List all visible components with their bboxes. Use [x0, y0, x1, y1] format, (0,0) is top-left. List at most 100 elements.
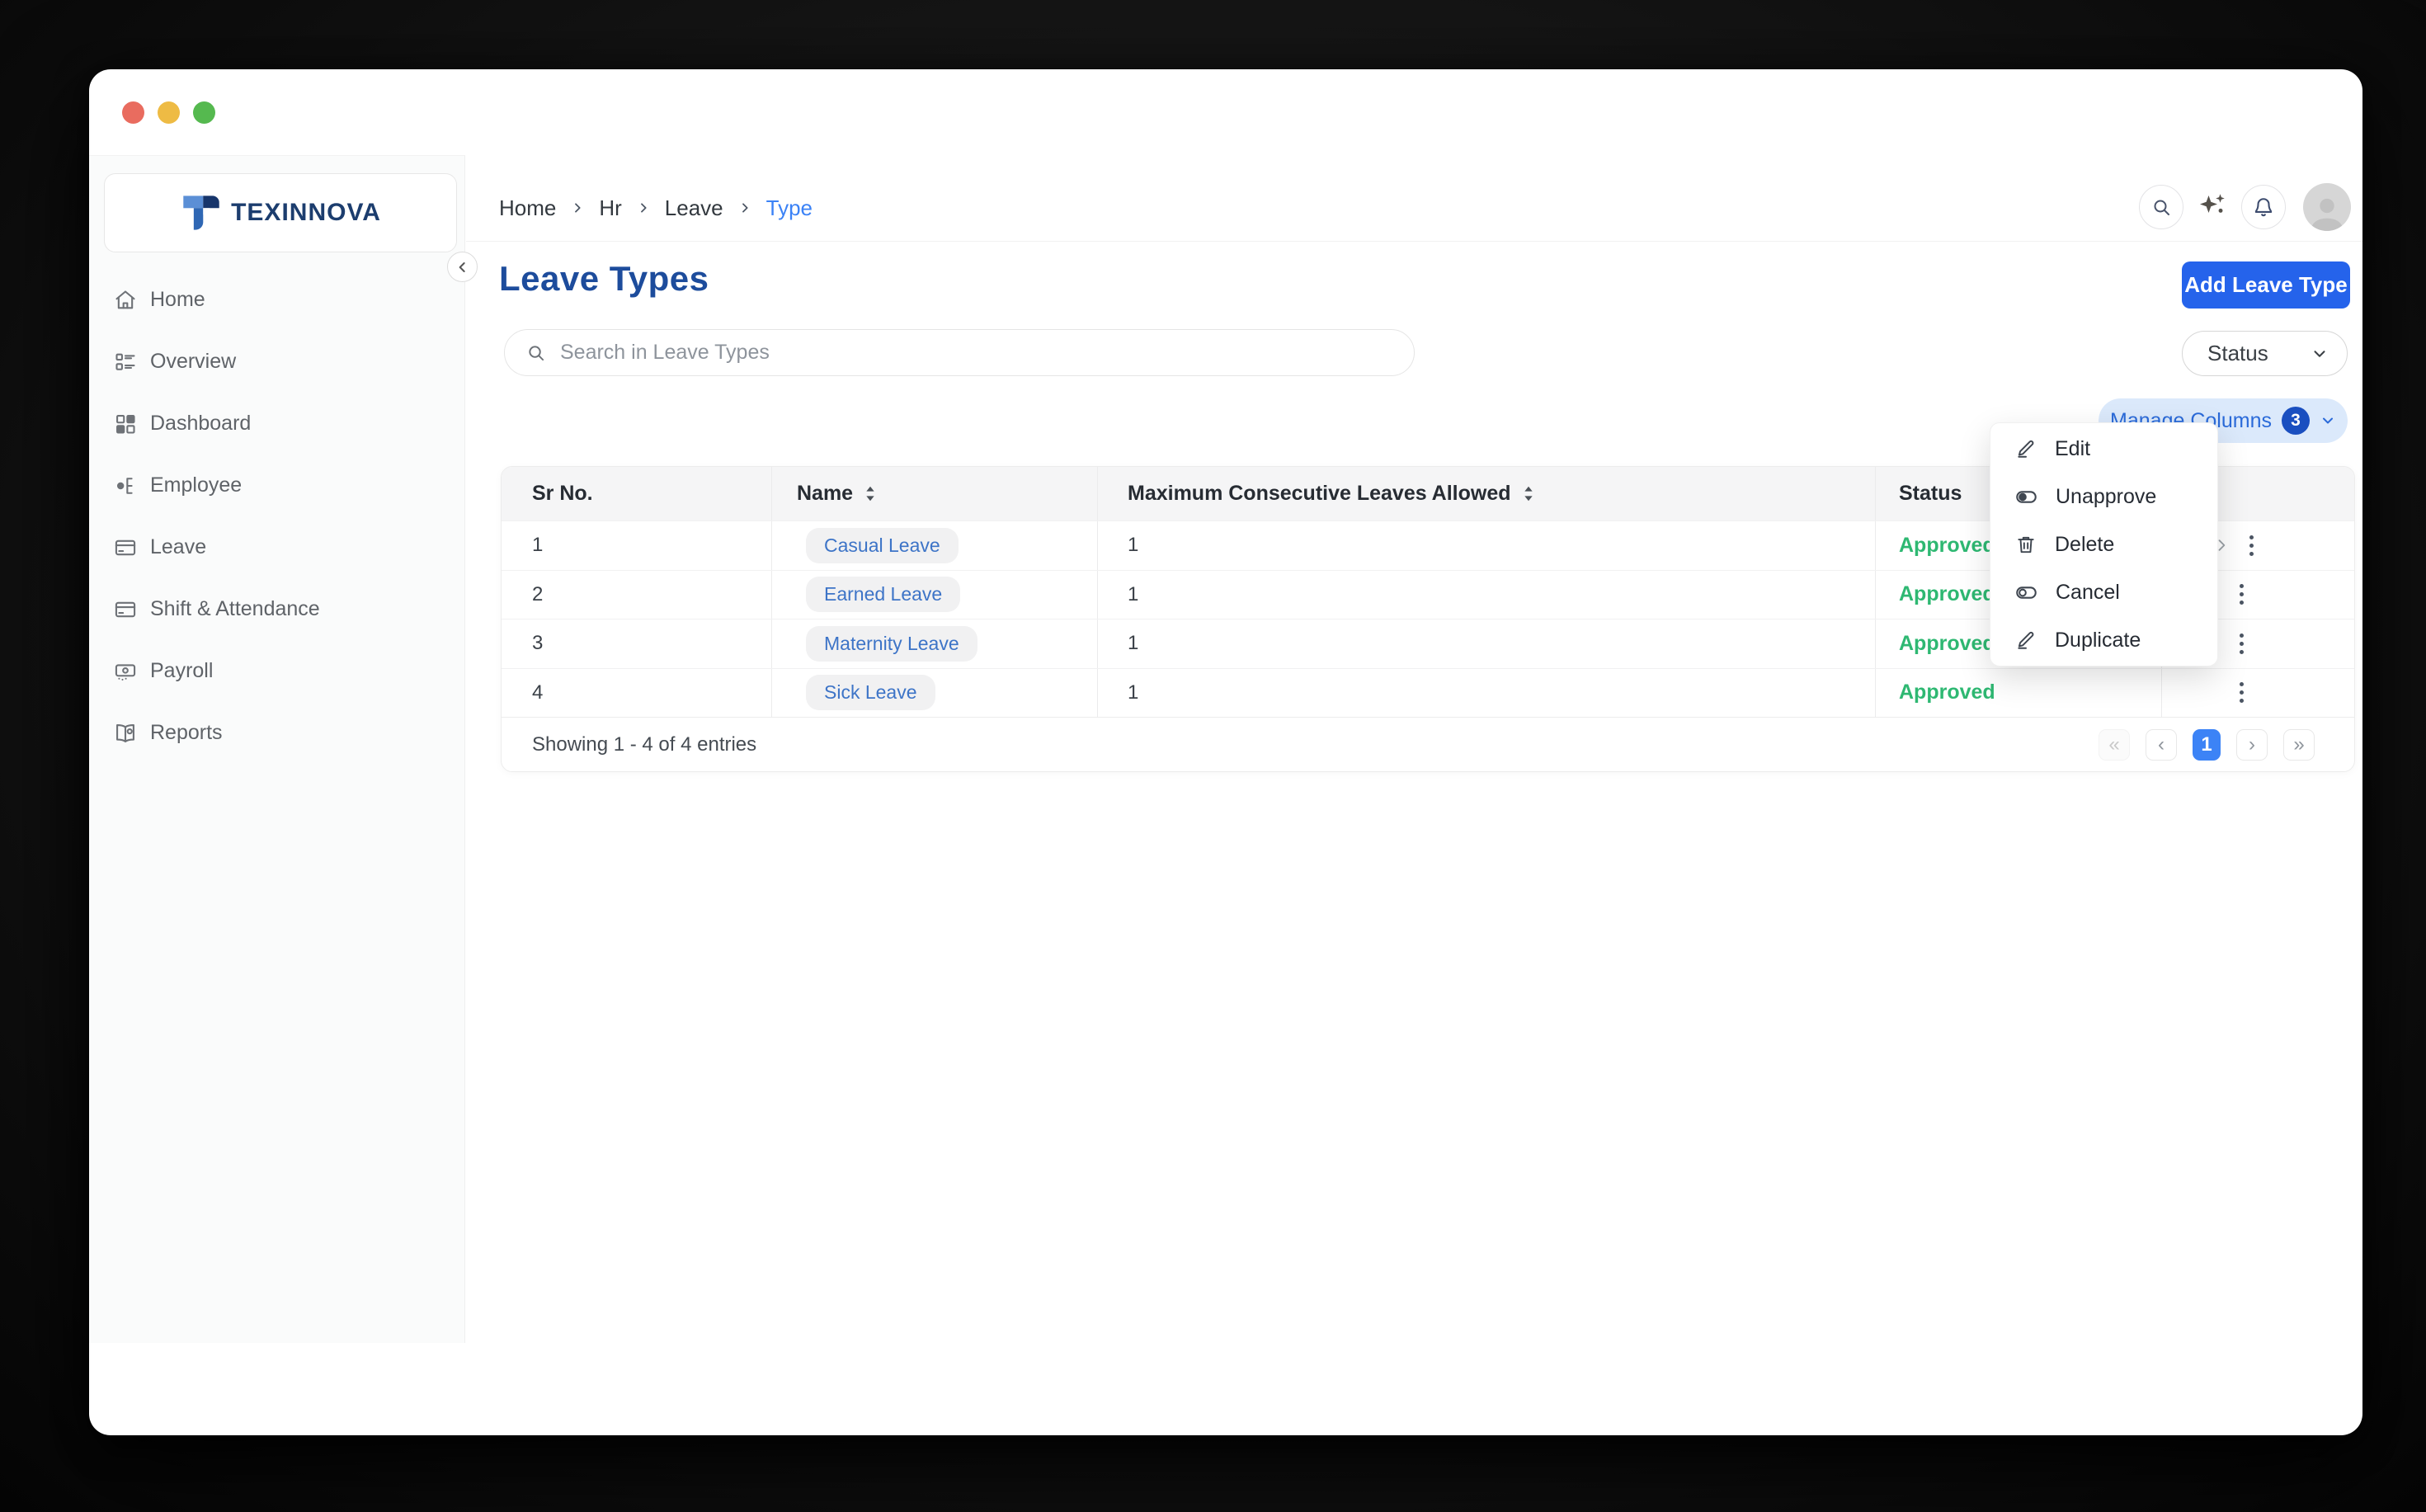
app-window: TEXINNOVA Home Overview Dashboard Employ… [89, 69, 2362, 1435]
chevron-right-icon [738, 201, 751, 214]
sidebar-nav: Home Overview Dashboard Employee Leave S… [89, 269, 464, 764]
employee-icon [116, 477, 133, 494]
search-bar[interactable] [504, 329, 1415, 376]
chevron-right-icon [637, 201, 650, 214]
status-approved: Approved [1899, 681, 1995, 704]
home-icon [115, 290, 135, 309]
pagination-first-button[interactable]: « [2099, 729, 2130, 761]
sidebar-item-shift-attendance[interactable]: Shift & Attendance [89, 578, 464, 640]
dashboard-icon [116, 414, 135, 434]
sidebar-item-label: Dashboard [150, 412, 252, 435]
sparkles-icon [2200, 194, 2225, 213]
status-filter-label: Status [2207, 341, 2268, 365]
payroll-icon [115, 663, 136, 681]
avatar[interactable] [2303, 183, 2351, 231]
sidebar-item-label: Home [150, 288, 205, 311]
pagination-next-button[interactable]: › [2236, 729, 2268, 761]
cell-sr-no: 4 [532, 681, 544, 704]
menu-item-duplicate[interactable]: Duplicate [1990, 616, 2217, 664]
sort-icon[interactable] [864, 485, 876, 502]
notifications-button[interactable] [2241, 185, 2286, 229]
cell-sr-no: 3 [532, 632, 544, 655]
cancel-toggle-icon [2015, 582, 2037, 604]
add-leave-type-button[interactable]: Add Leave Type [2182, 261, 2350, 309]
cell-name: Sick Leave [771, 668, 1097, 717]
column-header-max-consecutive-leaves[interactable]: Maximum Consecutive Leaves Allowed [1097, 467, 1875, 520]
shift-attendance-icon [115, 601, 136, 617]
pagination-last-button[interactable]: » [2283, 729, 2315, 761]
row-actions-button[interactable] [2233, 577, 2250, 611]
status-approved: Approved [1899, 533, 1995, 557]
overview-icon [115, 353, 135, 370]
sidebar-item-label: Employee [150, 473, 243, 497]
sidebar-item-label: Overview [150, 350, 237, 373]
menu-item-cancel[interactable]: Cancel [1990, 568, 2217, 616]
status-filter-dropdown[interactable]: Status [2182, 331, 2348, 376]
breadcrumb-leave[interactable]: Leave [665, 195, 723, 221]
column-header-sr-no: Sr No. [532, 482, 593, 505]
column-header-name[interactable]: Name [771, 467, 1097, 520]
sort-icon[interactable] [1523, 485, 1534, 502]
breadcrumb-type-active[interactable]: Type [766, 195, 813, 221]
status-approved: Approved [1899, 631, 1995, 655]
cell-name: Earned Leave [771, 570, 1097, 619]
search-button[interactable] [2139, 185, 2183, 229]
search-input[interactable] [560, 341, 1392, 365]
cell-max-leaves: 1 [1097, 668, 1875, 717]
ai-assistant-button[interactable] [2194, 190, 2229, 224]
cell-status: Approved [1875, 668, 2161, 717]
cell-actions [2161, 668, 2354, 717]
leave-icon [115, 539, 136, 555]
leave-type-badge: Maternity Leave [806, 625, 977, 662]
pagination-prev-button[interactable]: ‹ [2146, 729, 2177, 761]
row-actions-button[interactable] [2233, 627, 2250, 661]
menu-item-unapprove[interactable]: Unapprove [1990, 473, 2217, 520]
table-footer: Showing 1 - 4 of 4 entries « ‹ 1 › » [502, 717, 2354, 771]
sidebar-item-reports[interactable]: Reports [89, 702, 464, 764]
table-row: 4 Sick Leave 1 Approved [502, 667, 2354, 717]
collapse-sidebar-button[interactable] [447, 252, 478, 282]
chevron-right-icon [571, 201, 584, 214]
close-window-button[interactable] [122, 101, 144, 124]
leave-type-badge: Sick Leave [806, 675, 935, 711]
sidebar-item-home[interactable]: Home [89, 269, 464, 331]
row-actions-button[interactable] [2243, 529, 2260, 563]
edit-icon [2015, 438, 2037, 459]
menu-item-delete[interactable]: Delete [1990, 520, 2217, 568]
row-actions-button[interactable] [2233, 676, 2250, 709]
delete-icon [2015, 534, 2037, 555]
sidebar-item-payroll[interactable]: Payroll [89, 640, 464, 702]
cell-name: Maternity Leave [771, 619, 1097, 668]
sidebar-item-leave[interactable]: Leave [89, 516, 464, 578]
pagination-page-1-button[interactable]: 1 [2193, 729, 2221, 761]
cell-sr-no: 2 [532, 582, 544, 605]
breadcrumb-hr[interactable]: Hr [599, 195, 621, 221]
topbar-divider [466, 241, 2362, 242]
breadcrumb: Home Hr Leave Type [499, 185, 813, 231]
entries-summary: Showing 1 - 4 of 4 entries [532, 733, 757, 756]
search-icon [2154, 200, 2169, 215]
chevron-down-icon [2322, 417, 2333, 424]
status-approved: Approved [1899, 582, 1995, 606]
sidebar-item-overview[interactable]: Overview [89, 331, 464, 393]
manage-columns-count-badge: 3 [2281, 407, 2310, 435]
zoom-window-button[interactable] [193, 101, 215, 124]
sidebar-item-dashboard[interactable]: Dashboard [89, 393, 464, 455]
sidebar-item-label: Reports [150, 721, 223, 744]
cell-name: Casual Leave [771, 521, 1097, 570]
bell-icon [2254, 198, 2273, 217]
search-icon [529, 346, 544, 361]
minimize-window-button[interactable] [158, 101, 180, 124]
page-title: Leave Types [499, 259, 709, 298]
cell-max-leaves: 1 [1097, 521, 1875, 570]
breadcrumb-home[interactable]: Home [499, 195, 556, 221]
cell-max-leaves: 1 [1097, 570, 1875, 619]
leave-type-badge: Casual Leave [806, 527, 959, 563]
reports-icon [116, 723, 134, 742]
cell-sr-no: 1 [532, 534, 544, 557]
menu-item-edit[interactable]: Edit [1990, 425, 2217, 473]
pagination: « ‹ 1 › » [2099, 729, 2315, 761]
logo-text: TEXINNOVA [231, 199, 381, 226]
sidebar-item-employee[interactable]: Employee [89, 455, 464, 516]
cell-max-leaves: 1 [1097, 619, 1875, 668]
